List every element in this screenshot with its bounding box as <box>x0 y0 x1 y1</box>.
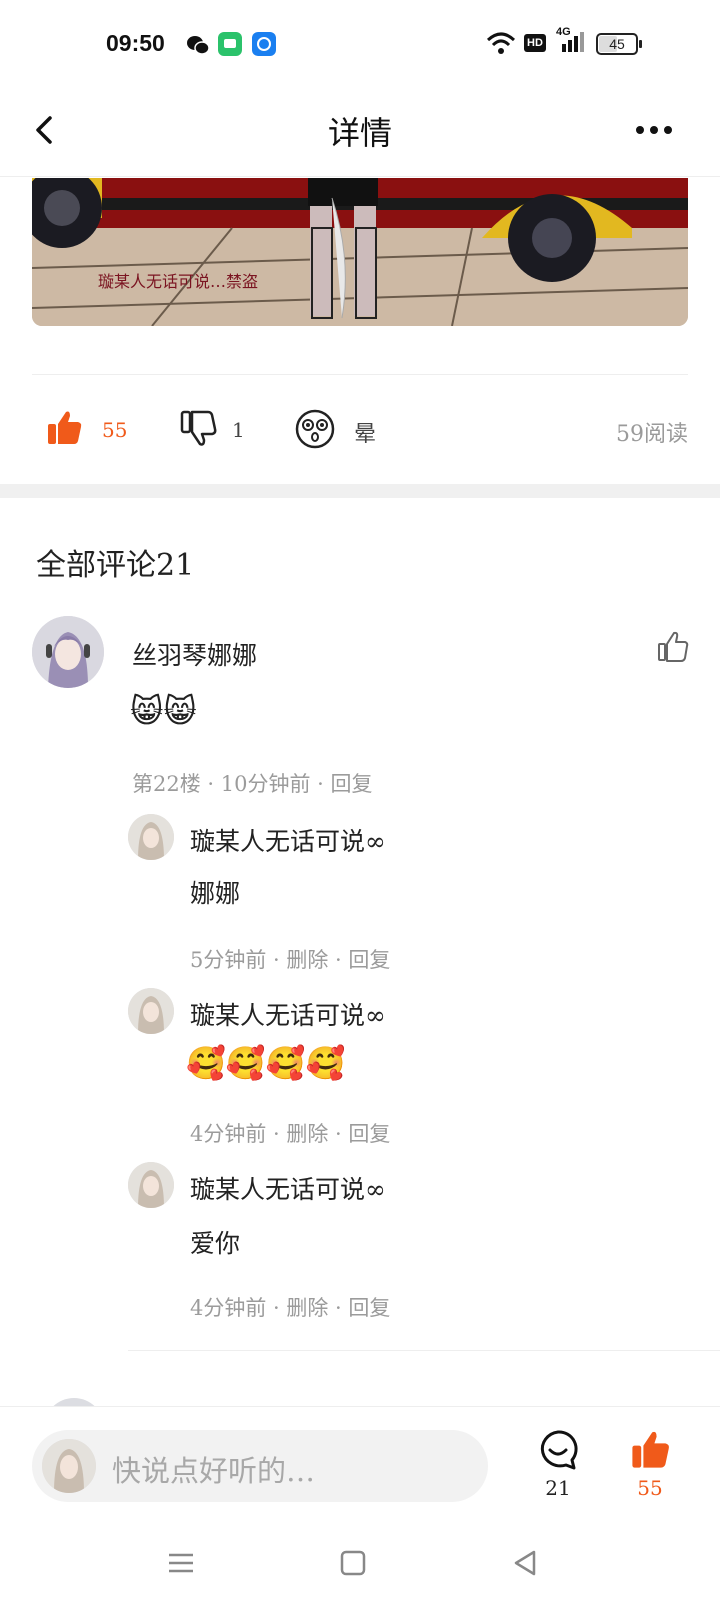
reply-text: 🥰🥰🥰🥰 <box>186 1044 346 1082</box>
hd-badge: HD <box>524 34 546 52</box>
dizzy-button[interactable]: 晕 <box>294 408 384 452</box>
reply-meta[interactable]: 5分钟前 · 删除 · 回复 <box>190 944 390 974</box>
avatar[interactable] <box>32 616 104 688</box>
more-button[interactable] <box>630 112 680 148</box>
comment-input-placeholder: 快说点好听的… <box>112 1454 316 1488</box>
reply-avatar[interactable] <box>128 814 174 860</box>
reply-meta[interactable]: 4分钟前 · 删除 · 回复 <box>190 1118 390 1148</box>
read-count: 59阅读 <box>616 422 688 447</box>
bottom-like-button[interactable]: 55 <box>628 1428 672 1504</box>
network-label: 4G <box>556 26 571 38</box>
comment-bubble-icon <box>540 1430 578 1470</box>
more-dots-icon <box>636 126 672 134</box>
dislike-button[interactable]: 1 <box>178 408 268 452</box>
post-image[interactable]: 璇某人无话可说…禁盗 <box>32 178 688 326</box>
dizzy-label: 晕 <box>354 422 377 447</box>
image-watermark: 璇某人无话可说…禁盗 <box>98 272 259 291</box>
status-time: 09:50 <box>106 30 165 56</box>
my-avatar <box>42 1439 96 1493</box>
divider <box>128 1350 720 1351</box>
home-button[interactable] <box>338 1548 368 1582</box>
comment-count: 21 <box>545 1476 571 1500</box>
reply-meta[interactable]: 4分钟前 · 删除 · 回复 <box>190 1292 390 1322</box>
battery-icon: 45 <box>596 33 642 55</box>
reply-avatar[interactable] <box>128 1162 174 1208</box>
wechat-icon <box>186 34 210 60</box>
reply-name[interactable]: 璇某人无话可说∞ <box>190 1170 386 1206</box>
status-bar: 09:50 HD 4G 45 <box>0 0 720 90</box>
thumbs-up-icon <box>48 411 82 444</box>
reply-text: 爱你 <box>190 1229 241 1258</box>
page-title: 详情 <box>327 114 392 152</box>
reply-name[interactable]: 璇某人无话可说∞ <box>190 996 386 1032</box>
back-nav-button[interactable] <box>510 1548 540 1582</box>
wifi-icon <box>486 30 516 60</box>
thumbs-up-outline-icon <box>658 631 689 662</box>
comments-title: 全部评论21 <box>36 548 195 583</box>
comment-content: 😸😸 <box>130 692 197 730</box>
thumbs-up-icon <box>632 1431 669 1468</box>
comment-username[interactable]: 丝羽琴娜娜 <box>132 636 257 672</box>
reply-text: 娜娜 <box>190 879 241 908</box>
thumbs-down-icon <box>180 410 217 446</box>
section-separator <box>0 484 720 498</box>
browser-icon <box>252 32 276 56</box>
dizzy-face-icon <box>295 409 335 449</box>
top-nav: 详情 <box>0 90 720 177</box>
menu-icon <box>169 1553 193 1573</box>
bottom-like-count: 55 <box>637 1476 663 1500</box>
dislike-count: 1 <box>232 418 245 442</box>
comment-like-button[interactable] <box>656 630 690 668</box>
like-button[interactable]: 55 <box>44 408 174 452</box>
messages-icon <box>218 32 242 56</box>
battery-level: 45 <box>609 36 625 52</box>
back-triangle-icon <box>514 1550 536 1576</box>
menu-button[interactable] <box>166 1548 196 1582</box>
reply-name[interactable]: 璇某人无话可说∞ <box>190 822 386 858</box>
like-count: 55 <box>102 418 128 442</box>
divider <box>32 374 688 375</box>
comments-button[interactable]: 21 <box>536 1428 580 1504</box>
comment-meta[interactable]: 第22楼 · 10分钟前 · 回复 <box>132 768 373 798</box>
reply-avatar[interactable] <box>128 988 174 1034</box>
home-icon <box>340 1550 366 1576</box>
system-nav <box>0 1530 720 1612</box>
